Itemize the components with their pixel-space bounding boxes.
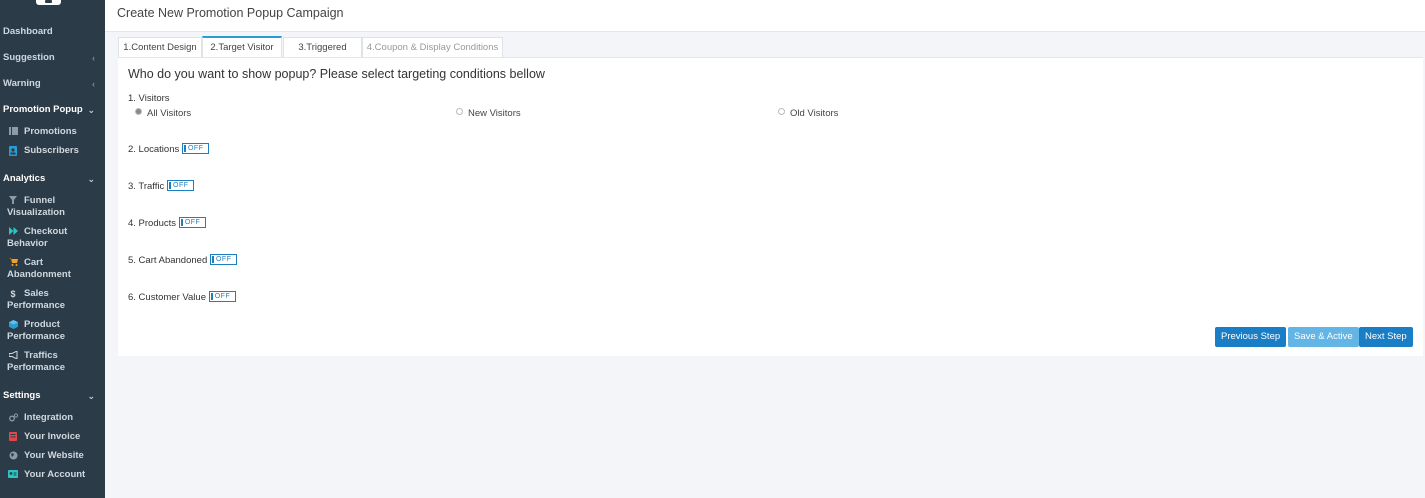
section-cart-abandoned: 5. Cart Abandoned OFF xyxy=(128,254,238,266)
targeting-question: Who do you want to show popup? Please se… xyxy=(128,67,545,81)
page-title: Create New Promotion Popup Campaign xyxy=(117,6,344,20)
sidebar-item-label: Traffics xyxy=(24,350,58,361)
radio-label: New Visitors xyxy=(468,108,521,119)
page-header: Create New Promotion Popup Campaign xyxy=(105,0,1425,32)
section-products: 4. Products OFF xyxy=(128,217,207,229)
logo[interactable] xyxy=(36,0,61,5)
sidebar-item-label: Subscribers xyxy=(24,145,79,156)
nav-promotion-popup[interactable]: Promotion Popup ⌄ xyxy=(0,101,105,119)
save-active-button[interactable]: Save & Active xyxy=(1288,327,1359,347)
next-step-button[interactable]: Next Step xyxy=(1359,327,1413,347)
traffic-toggle[interactable]: OFF xyxy=(167,180,195,191)
customer-value-toggle[interactable]: OFF xyxy=(208,291,236,302)
target-visitor-panel: Who do you want to show popup? Please se… xyxy=(118,57,1423,356)
nav-label: Settings xyxy=(3,390,41,401)
section-title: 4. Products xyxy=(128,218,177,229)
sidebar-item-label: Behavior xyxy=(7,238,48,249)
cart-icon xyxy=(8,258,18,268)
cube-icon xyxy=(8,320,18,330)
user-icon xyxy=(8,146,18,156)
globe-icon xyxy=(8,451,18,461)
sidebar-item-label: Your Invoice xyxy=(24,431,81,442)
sidebar-item-label: Product xyxy=(24,319,60,330)
section-locations: 2. Locations OFF xyxy=(128,143,210,155)
section-title: 3. Traffic xyxy=(128,181,165,192)
sidebar-item-label: Cart xyxy=(24,257,44,268)
sidebar-item-label: Your Website xyxy=(24,450,84,461)
sidebar-item-label: Performance xyxy=(7,331,66,342)
sidebar: Dashboard Suggestion ‹ Warning ‹ Promoti… xyxy=(0,0,105,498)
funnel-icon xyxy=(8,196,18,206)
section-traffic: 3. Traffic OFF xyxy=(128,180,195,192)
nav-label: Warning xyxy=(3,78,41,89)
tab-content-design[interactable]: 1.Content Design xyxy=(118,37,202,57)
radio-dot xyxy=(456,108,463,115)
nav-analytics[interactable]: Analytics ⌄ xyxy=(0,170,105,188)
nav-settings[interactable]: Settings ⌄ xyxy=(0,387,105,405)
radio-dot xyxy=(778,108,785,115)
nav-dashboard[interactable]: Dashboard xyxy=(0,23,105,41)
sidebar-item-label: Performance xyxy=(7,300,66,311)
sidebar-item-label: Sales xyxy=(24,288,49,299)
products-toggle[interactable]: OFF xyxy=(179,217,207,228)
chevron-down-icon: ⌄ xyxy=(87,391,95,401)
sidebar-item-label: Performance xyxy=(7,362,66,373)
tab-coupon-display-conditions[interactable]: 4.Coupon & Display Conditions xyxy=(362,37,503,57)
nav-label: Analytics xyxy=(3,173,46,184)
chevron-down-icon: ⌄ xyxy=(87,174,95,184)
list-icon xyxy=(8,127,18,137)
radio-label: All Visitors xyxy=(147,108,192,119)
sidebar-item-label: Funnel xyxy=(24,195,56,206)
invoice-icon xyxy=(8,432,18,442)
tab-target-visitor[interactable]: 2.Target Visitor xyxy=(202,36,282,58)
section-visitors-title: 1. Visitors xyxy=(128,93,170,104)
sidebar-item-label: Integration xyxy=(24,412,74,423)
id-card-icon xyxy=(8,470,18,480)
fast-forward-icon xyxy=(8,227,18,237)
gears-icon xyxy=(8,413,18,423)
sidebar-item-label: Abandonment xyxy=(7,269,71,280)
section-title: 5. Cart Abandoned xyxy=(128,255,208,266)
locations-toggle[interactable]: OFF xyxy=(182,143,210,154)
radio-all-visitors[interactable]: All Visitors xyxy=(135,108,191,119)
radio-new-visitors[interactable]: New Visitors xyxy=(456,108,521,119)
sidebar-item-label: Visualization xyxy=(7,207,65,218)
cart-abandoned-toggle[interactable]: OFF xyxy=(210,254,238,265)
nav-warning[interactable]: Warning ‹ xyxy=(0,75,105,93)
sidebar-item-label: Checkout xyxy=(24,226,68,237)
nav-label: Suggestion xyxy=(3,52,55,63)
nav-suggestion[interactable]: Suggestion ‹ xyxy=(0,49,105,67)
dollar-icon: $ xyxy=(10,289,16,299)
megaphone-icon xyxy=(8,350,18,361)
radio-label: Old Visitors xyxy=(790,108,839,119)
chevron-left-icon: ‹ xyxy=(92,79,95,89)
section-title: 6. Customer Value xyxy=(128,292,206,303)
tab-triggered[interactable]: 3.Triggered xyxy=(283,37,362,57)
radio-old-visitors[interactable]: Old Visitors xyxy=(778,108,838,119)
previous-step-button[interactable]: Previous Step xyxy=(1215,327,1287,347)
sidebar-item-label: Promotions xyxy=(24,126,77,137)
chevron-down-icon: ⌄ xyxy=(87,105,95,115)
sidebar-item-label: Your Account xyxy=(24,469,86,480)
section-customer-value: 6. Customer Value OFF xyxy=(128,291,236,303)
chevron-left-icon: ‹ xyxy=(92,53,95,63)
section-title: 2. Locations xyxy=(128,144,180,155)
nav-label: Dashboard xyxy=(3,26,53,37)
nav-label: Promotion Popup xyxy=(3,104,83,115)
radio-dot xyxy=(135,108,142,115)
